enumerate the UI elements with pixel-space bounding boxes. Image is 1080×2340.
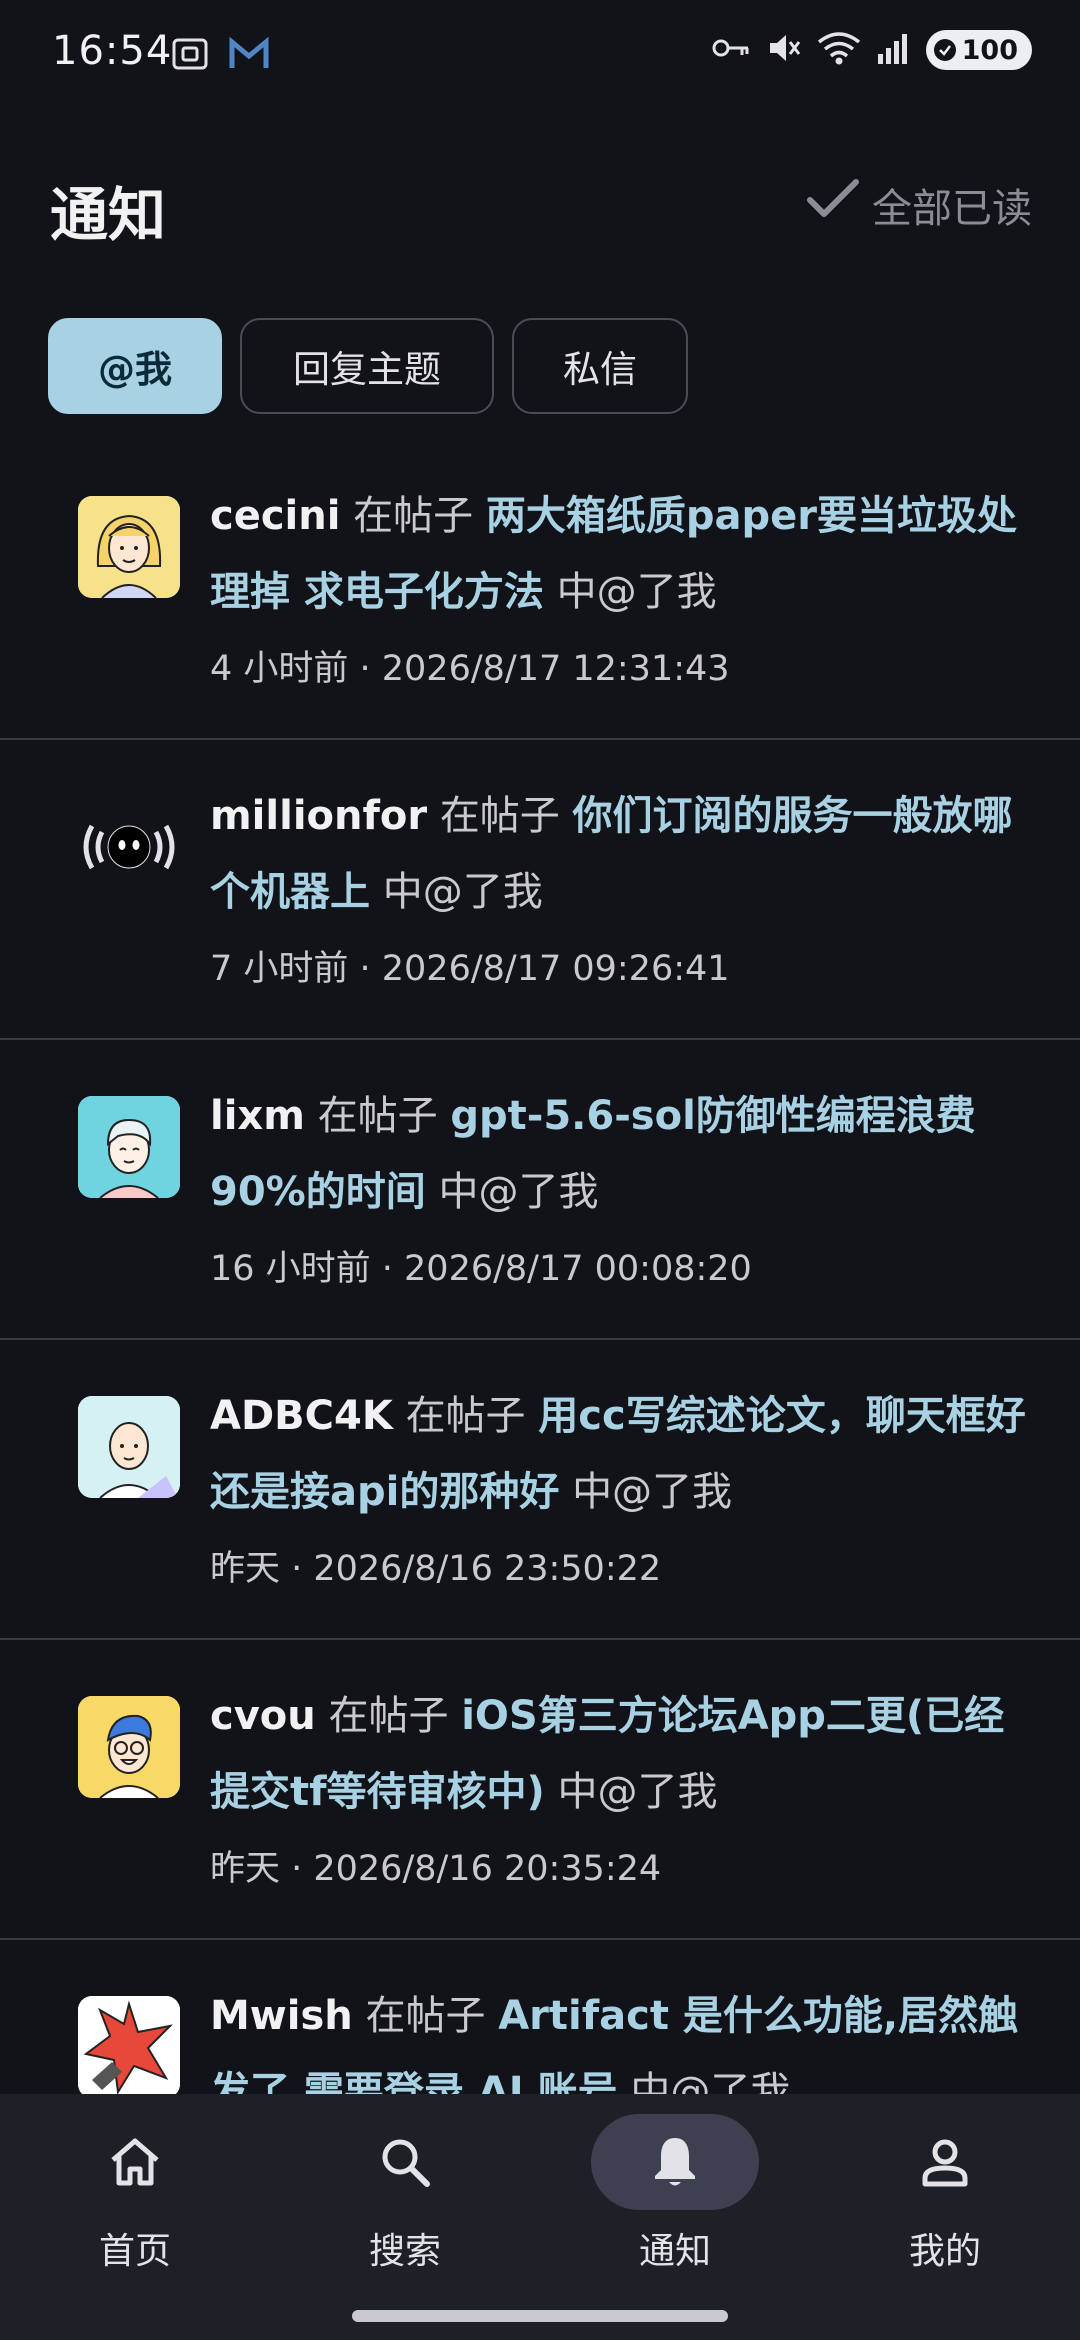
nav-search-label: 搜索: [368, 2231, 441, 2272]
notifications-screen: 16:54 100 通知 全部已读 @我 回复主题 私信 cecini 在帖子 …: [0, 0, 1080, 2340]
notification-text: millionfor 在帖子 你们订阅的服务一般放哪个机器上 中@了我: [210, 778, 1040, 930]
prefix-text: 在帖子: [405, 1393, 526, 1439]
notification-text: Mwish 在帖子 Artifact 是什么功能,居然触发了 需要登录 AI 账…: [210, 1978, 1040, 2094]
bell-icon: [591, 2114, 759, 2210]
person-icon: [861, 2114, 1029, 2210]
status-time: 16:54: [52, 28, 173, 74]
nav-notifications-label: 通知: [638, 2231, 711, 2272]
wifi-icon: [816, 30, 862, 70]
tab-mentions[interactable]: @我: [48, 318, 222, 414]
notification-time: 昨天 · 2026/8/16 20:35:24: [210, 1849, 662, 1889]
nav-search[interactable]: 搜索: [270, 2094, 540, 2294]
page-title: 通知: [50, 181, 167, 249]
prefix-text: 在帖子: [328, 1693, 449, 1739]
notification-text: lixm 在帖子 gpt-5.6-sol防御性编程浪费90%的时间 中@了我: [210, 1078, 1040, 1230]
prefix-text: 在帖子: [353, 493, 474, 539]
notification-time: 7 小时前 · 2026/8/17 09:26:41: [210, 949, 730, 989]
tab-private-messages[interactable]: 私信: [512, 318, 688, 414]
notification-item[interactable]: cvou 在帖子 iOS第三方论坛App二更(已经提交tf等待审核中) 中@了我…: [0, 1640, 1080, 1940]
notification-item[interactable]: cecini 在帖子 两大箱纸质paper要当垃圾处理掉 求电子化方法 中@了我…: [0, 440, 1080, 740]
search-icon: [321, 2114, 489, 2210]
status-right-icons: 100: [712, 30, 1032, 70]
battery-indicator: 100: [925, 30, 1032, 70]
notification-item[interactable]: Mwish 在帖子 Artifact 是什么功能,居然触发了 需要登录 AI 账…: [0, 1940, 1080, 2094]
suffix-text: 中@了我: [438, 1169, 599, 1215]
mute-icon: [766, 30, 802, 70]
glasses-man-avatar[interactable]: [78, 1696, 180, 1798]
suffix-text: 中@了我: [556, 569, 717, 615]
notification-list: cecini 在帖子 两大箱纸质paper要当垃圾处理掉 求电子化方法 中@了我…: [0, 440, 1080, 2094]
mark-all-read-label: 全部已读: [872, 186, 1032, 232]
notification-item[interactable]: ADBC4K 在帖子 用cc写综述论文，聊天框好还是接api的那种好 中@了我 …: [0, 1340, 1080, 1640]
screenshot-icon: [170, 34, 210, 78]
notification-text: cecini 在帖子 两大箱纸质paper要当垃圾处理掉 求电子化方法 中@了我: [210, 478, 1040, 630]
notification-text: ADBC4K 在帖子 用cc写综述论文，聊天框好还是接api的那种好 中@了我: [210, 1378, 1040, 1530]
nav-profile-label: 我的: [908, 2231, 981, 2272]
prefix-text: 在帖子: [365, 1993, 486, 2039]
bottom-navigation: 首页 搜索 通知 我的: [0, 2094, 1080, 2340]
suffix-text: 中@了我: [557, 1769, 718, 1815]
signal-icon: [876, 30, 912, 70]
username[interactable]: ADBC4K: [210, 1393, 393, 1439]
notification-item[interactable]: millionfor 在帖子 你们订阅的服务一般放哪个机器上 中@了我 7 小时…: [0, 740, 1080, 1040]
notification-time: 4 小时前 · 2026/8/17 12:31:43: [210, 649, 730, 689]
prefix-text: 在帖子: [439, 793, 560, 839]
gesture-bar[interactable]: [352, 2310, 728, 2322]
suffix-text: 中@了我: [382, 869, 543, 915]
woman-blonde-avatar[interactable]: [78, 496, 180, 598]
tab-topic-replies[interactable]: 回复主题: [240, 318, 494, 414]
username[interactable]: cvou: [210, 1693, 316, 1739]
username[interactable]: cecini: [210, 493, 340, 539]
username[interactable]: millionfor: [210, 793, 427, 839]
prefix-text: 在帖子: [317, 1093, 438, 1139]
check-icon: [806, 178, 860, 232]
status-bar: 16:54 100: [0, 0, 1080, 110]
shield-check-icon: [933, 39, 956, 61]
status-left-icons: [170, 34, 270, 78]
notification-time: 昨天 · 2026/8/16 23:50:22: [210, 1549, 662, 1589]
key-icon: [712, 33, 752, 67]
suffix-text: 中@了我: [630, 2069, 791, 2094]
broadcast-face-avatar[interactable]: [78, 796, 180, 898]
nav-notifications[interactable]: 通知: [540, 2094, 810, 2294]
nav-home[interactable]: 首页: [0, 2094, 270, 2294]
suffix-text: 中@了我: [572, 1469, 733, 1515]
nav-home-label: 首页: [98, 2231, 171, 2272]
notification-tabs: @我 回复主题 私信: [48, 318, 688, 414]
battery-level: 100: [961, 34, 1018, 66]
notification-text: cvou 在帖子 iOS第三方论坛App二更(已经提交tf等待审核中) 中@了我: [210, 1678, 1040, 1830]
person-teal-avatar[interactable]: [78, 1096, 180, 1198]
red-star-avatar[interactable]: [78, 1996, 180, 2094]
notification-time: 16 小时前 · 2026/8/17 00:08:20: [210, 1249, 752, 1289]
username[interactable]: lixm: [210, 1093, 305, 1139]
nav-profile[interactable]: 我的: [810, 2094, 1080, 2294]
mark-all-read-button[interactable]: 全部已读: [806, 176, 1032, 234]
username[interactable]: Mwish: [210, 1993, 353, 2039]
mail-icon: [228, 34, 270, 78]
notification-item[interactable]: lixm 在帖子 gpt-5.6-sol防御性编程浪费90%的时间 中@了我 1…: [0, 1040, 1080, 1340]
bald-man-avatar[interactable]: [78, 1396, 180, 1498]
home-icon: [51, 2114, 219, 2210]
